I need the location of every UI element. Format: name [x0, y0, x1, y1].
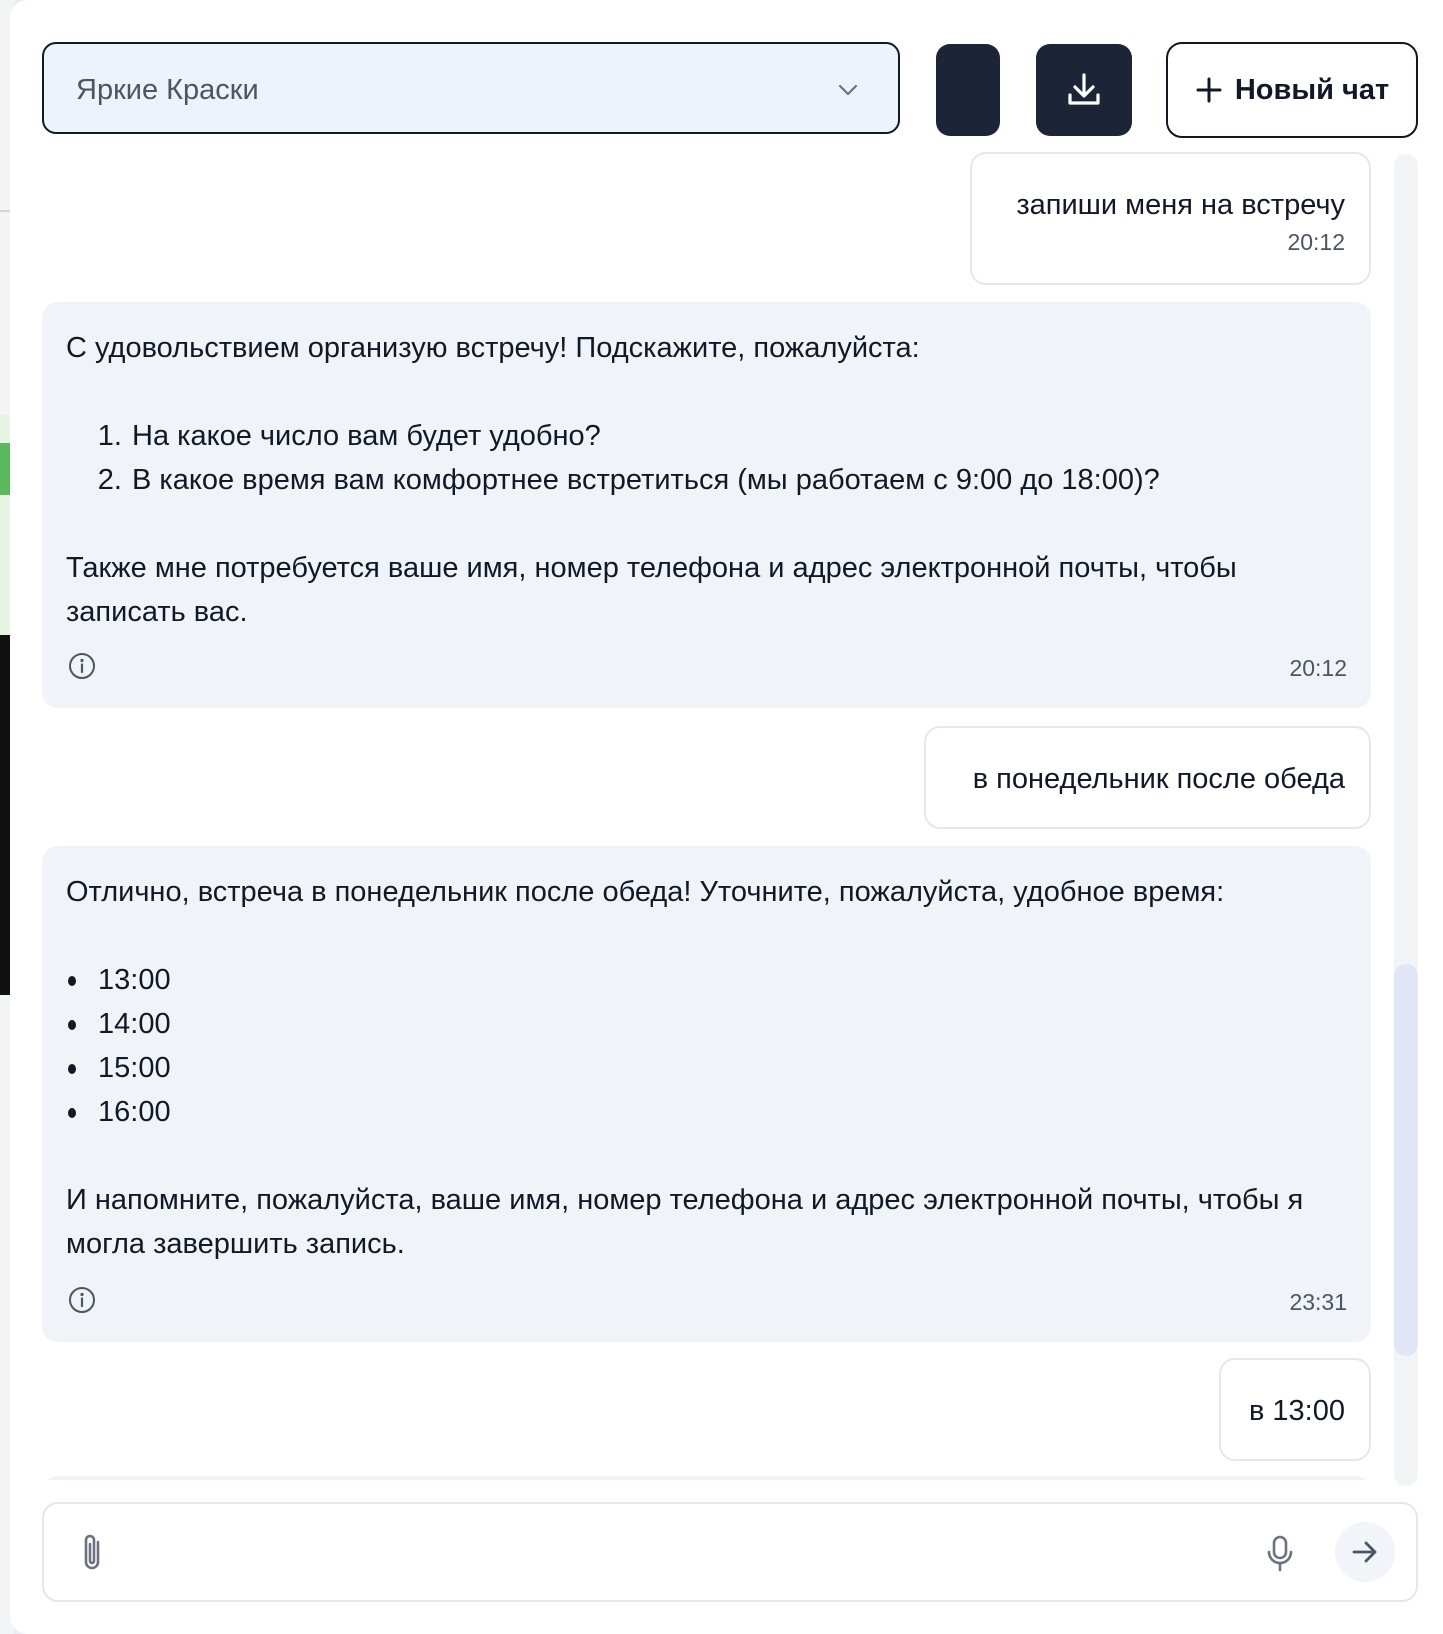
- chevron-down-icon: [838, 84, 858, 96]
- action-button[interactable]: [936, 44, 1000, 136]
- arrow-right-icon: [1352, 1541, 1377, 1563]
- info-icon[interactable]: [68, 652, 96, 680]
- scrollbar-thumb[interactable]: [1394, 964, 1418, 1356]
- background-dark-block: [0, 635, 10, 995]
- info-icon[interactable]: [68, 1286, 96, 1314]
- message-time: 20:12: [1289, 655, 1347, 681]
- message-outro: И напомните, пожалуйста, ваше имя, номер…: [66, 1184, 1304, 1260]
- background-green-button: [0, 443, 10, 495]
- user-message: в понедельник после обеда: [924, 726, 1371, 829]
- message-time: 20:12: [1287, 229, 1345, 255]
- scrollbar[interactable]: [1394, 154, 1418, 1486]
- list-item: 13:00: [68, 958, 1347, 1002]
- message-time: 23:31: [1289, 1289, 1347, 1315]
- assistant-message: Отлично, встреча в понедельник после обе…: [42, 846, 1371, 1342]
- microphone-icon[interactable]: [1266, 1534, 1294, 1574]
- assistant-select[interactable]: Яркие Краски: [42, 42, 900, 134]
- user-message: в 13:00: [1219, 1358, 1371, 1461]
- message-text: запиши меня на встречу: [1016, 189, 1345, 221]
- message-composer: [42, 1502, 1418, 1602]
- message-outro: Также мне потребуется ваше имя, номер те…: [66, 552, 1237, 628]
- message-text: в 13:00: [1248, 1395, 1345, 1427]
- message-bullet-list: 13:00 14:00 15:00 16:00: [66, 958, 1347, 1134]
- plus-icon: [1196, 77, 1222, 103]
- message-partial: [42, 1476, 1371, 1480]
- list-item: На какое число вам будет удобно?: [130, 414, 1347, 458]
- message-intro: Отлично, встреча в понедельник после обе…: [66, 876, 1225, 908]
- list-item: 15:00: [68, 1046, 1347, 1090]
- assistant-select-value: Яркие Краски: [76, 74, 259, 106]
- list-item: 14:00: [68, 1002, 1347, 1046]
- message-input[interactable]: [130, 1528, 1244, 1578]
- download-button[interactable]: [1036, 44, 1132, 136]
- assistant-message: С удовольствием организую встречу! Подск…: [42, 302, 1371, 708]
- paperclip-icon[interactable]: [76, 1532, 108, 1574]
- new-chat-label: Новый чат: [1234, 73, 1390, 106]
- chat-panel: Яркие Краски Новый чат запиши меня на вс…: [10, 0, 1443, 1634]
- download-icon: [1068, 73, 1100, 105]
- send-button[interactable]: [1335, 1522, 1395, 1582]
- user-message: запиши меня на встречу 20:12: [970, 152, 1371, 285]
- message-list[interactable]: запиши меня на встречу 20:12 С удовольст…: [10, 152, 1443, 1480]
- message-intro: С удовольствием организую встречу! Подск…: [66, 332, 920, 364]
- new-chat-button[interactable]: Новый чат: [1166, 42, 1418, 138]
- list-item: В какое время вам комфортнее встретиться…: [130, 458, 1347, 502]
- list-item: 16:00: [68, 1090, 1347, 1134]
- message-text: в понедельник после обеда: [972, 763, 1345, 795]
- message-numbered-list: На какое число вам будет удобно? В какое…: [66, 414, 1347, 502]
